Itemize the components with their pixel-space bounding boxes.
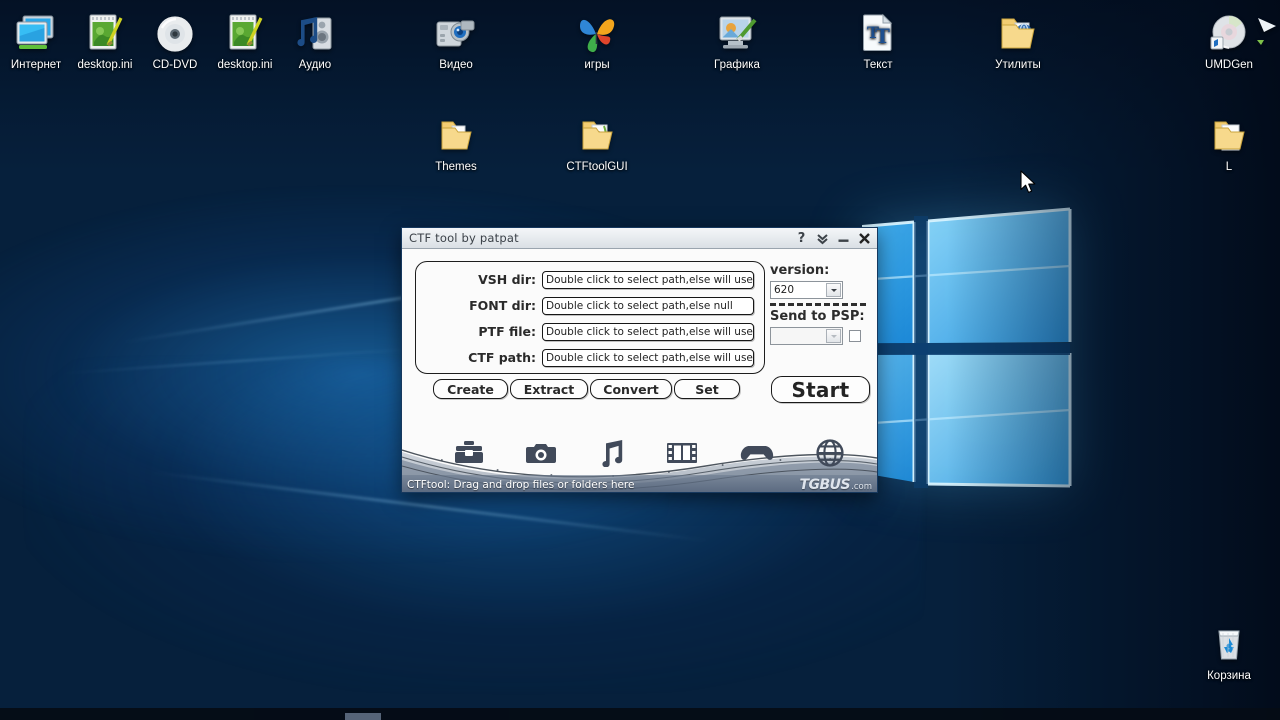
film-strip-icon[interactable]	[666, 440, 698, 466]
divider	[770, 303, 866, 306]
desktop[interactable]: Интернет desktop.ini CD-DVD desktop.ini …	[0, 0, 1280, 720]
start-button[interactable]: Start	[771, 376, 870, 403]
desktop-icon-clipped-right[interactable]	[1252, 6, 1280, 59]
text-file-tt-icon: T T	[832, 6, 924, 56]
camera-icon[interactable]	[526, 440, 556, 466]
camcorder-icon	[410, 6, 502, 56]
chevron-down-icon[interactable]	[826, 329, 841, 343]
desktop-icon-label: игры	[584, 59, 610, 71]
window-title: CTF tool by patpat	[409, 231, 519, 245]
desktop-icon-games[interactable]: игры	[551, 6, 643, 72]
gamepad-icon[interactable]	[740, 442, 774, 464]
desktop-icon-label: Текст	[863, 59, 893, 71]
folder-icon	[410, 108, 502, 158]
field-label: VSH dir:	[478, 272, 536, 287]
send-to-psp-select[interactable]	[770, 327, 843, 345]
field-row-font[interactable]: FONT dir: Double click to select path,el…	[416, 295, 764, 316]
globe-icon[interactable]	[816, 439, 844, 467]
status-bar: CTFtool: Drag and drop files or folders …	[402, 475, 877, 493]
field-label: CTF path:	[468, 350, 536, 365]
chevron-down-icon[interactable]	[826, 283, 841, 297]
action-buttons[interactable]: Create Extract Convert Set	[433, 379, 740, 399]
window-body: VSH dir: Double click to select path,els…	[402, 249, 877, 493]
version-label: version:	[770, 263, 830, 278]
send-to-psp-label: Send to PSP:	[770, 309, 865, 324]
vsh-dir-input[interactable]: Double click to select path,else will us…	[542, 270, 754, 289]
ctf-tool-window[interactable]: CTF tool by patpat ? VSH dir: Double cli…	[401, 227, 878, 493]
chevrons-down-icon[interactable]	[816, 231, 829, 246]
recycle-bin-icon	[1183, 617, 1275, 667]
window-titlebar[interactable]: CTF tool by patpat ?	[402, 228, 877, 249]
desktop-icon-label: L	[1225, 161, 1233, 173]
desktop-icon-graphics[interactable]: Графика	[691, 6, 783, 72]
desktop-icon-video[interactable]: Видео	[410, 6, 502, 72]
desktop-icon-label: Утилиты	[995, 59, 1041, 71]
tgbus-watermark: TGBUS .com	[799, 477, 872, 493]
butterfly-icon	[551, 6, 643, 56]
right-column: version: 620 Send to PSP:	[770, 263, 874, 345]
help-button[interactable]: ?	[795, 231, 808, 246]
field-label: FONT dir:	[469, 298, 536, 313]
desktop-icon-audio[interactable]: Аудио	[269, 6, 361, 72]
window-controls[interactable]: ?	[795, 228, 871, 249]
field-row-vsh[interactable]: VSH dir: Double click to select path,els…	[416, 269, 764, 290]
send-to-psp-row[interactable]	[770, 327, 874, 345]
create-button[interactable]: Create	[433, 379, 508, 399]
watermark-small: .com	[851, 481, 872, 492]
send-to-psp-checkbox[interactable]	[849, 330, 861, 342]
folder-utilities-icon	[972, 6, 1064, 56]
desktop-icon-utilities[interactable]: Утилиты	[972, 6, 1064, 72]
graphics-monitor-icon	[691, 6, 783, 56]
desktop-icon-themes[interactable]: Themes	[410, 108, 502, 174]
field-row-ptf[interactable]: PTF file: Double click to select path,el…	[416, 321, 764, 342]
extract-button[interactable]: Extract	[510, 379, 588, 399]
set-button[interactable]: Set	[674, 379, 740, 399]
folder-icon	[1183, 108, 1275, 158]
status-text: CTFtool: Drag and drop files or folders …	[407, 478, 635, 491]
watermark-big: TGBUS	[799, 476, 851, 493]
speaker-music-icon	[269, 6, 361, 56]
field-row-ctf[interactable]: CTF path: Double click to select path,el…	[416, 347, 764, 368]
music-note-icon[interactable]	[598, 439, 624, 467]
close-button[interactable]	[858, 231, 871, 246]
desktop-icon-label: Видео	[439, 59, 473, 71]
svg-text:T: T	[875, 24, 890, 48]
paths-group: VSH dir: Double click to select path,els…	[415, 261, 765, 374]
partial-icon	[1252, 6, 1280, 56]
ctf-path-input[interactable]: Double click to select path,else will us…	[542, 348, 754, 367]
media-icon-strip[interactable]	[454, 439, 844, 467]
desktop-icon-ctftoolgui[interactable]: CTFtoolGUI	[551, 108, 643, 174]
desktop-icon-label: Themes	[435, 161, 477, 173]
convert-button[interactable]: Convert	[590, 379, 672, 399]
desktop-icon-label: Корзина	[1207, 670, 1251, 682]
ptf-file-input[interactable]: Double click to select path,else will us…	[542, 322, 754, 341]
minimize-button[interactable]	[837, 231, 850, 246]
taskbar-active-item[interactable]	[345, 713, 381, 720]
taskbar[interactable]	[0, 708, 1280, 720]
desktop-icon-label: CTFtoolGUI	[566, 161, 628, 173]
font-dir-input[interactable]: Double click to select path,else null	[542, 296, 754, 315]
desktop-icon-label: UMDGen	[1205, 59, 1253, 71]
desktop-icon-recycle-bin[interactable]: Корзина	[1183, 617, 1275, 683]
desktop-icon-l[interactable]: L	[1183, 108, 1275, 174]
folder-icon	[551, 108, 643, 158]
version-select[interactable]: 620	[770, 281, 843, 299]
desktop-icon-label: Аудио	[298, 59, 332, 71]
desktop-icon-text[interactable]: T T Текст	[832, 6, 924, 72]
field-label: PTF file:	[478, 324, 536, 339]
toolbox-icon[interactable]	[454, 440, 484, 466]
desktop-icon-label: Графика	[714, 59, 760, 71]
